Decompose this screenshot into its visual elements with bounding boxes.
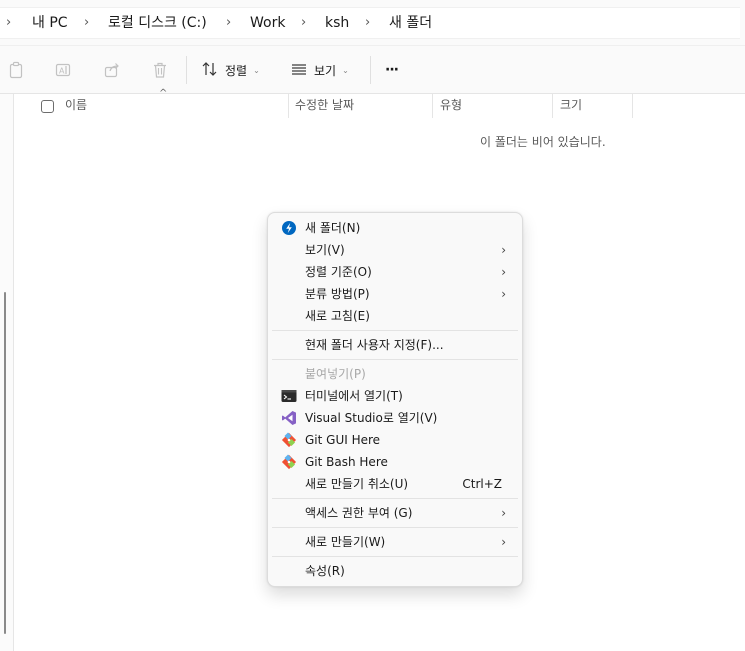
git-gui-icon <box>281 432 297 448</box>
menu-item-label: Git Bash Here <box>305 455 388 469</box>
breadcrumb[interactable]: › 내 PC › 로컬 디스크 (C:) › Work › ksh › 새 폴더 <box>0 7 740 39</box>
delete-icon[interactable] <box>148 58 172 82</box>
menu-item-undo-new[interactable]: 새로 만들기 취소(U) Ctrl+Z <box>272 473 518 495</box>
sort-label: 정렬 <box>225 63 248 78</box>
menu-item-label: 새 폴더(N) <box>305 221 361 235</box>
column-header-name[interactable]: 이름 <box>65 94 87 118</box>
chevron-down-icon: ⌄ <box>342 65 349 75</box>
menu-item-git-gui[interactable]: Git GUI Here <box>272 429 518 451</box>
column-divider[interactable] <box>432 94 433 118</box>
menu-item-git-bash[interactable]: Git Bash Here <box>272 451 518 473</box>
sort-icon <box>201 60 219 81</box>
chevron-right-icon: › <box>501 243 506 257</box>
menu-item-label: 보기(V) <box>305 243 345 257</box>
command-bar: A 정렬 ⌄ 보기 ⌄ ··· <box>0 46 745 94</box>
view-label: 보기 <box>314 63 337 78</box>
menu-item-new[interactable]: 새로 만들기(W) › <box>272 531 518 553</box>
menu-separator <box>272 330 518 331</box>
menu-item-label: Visual Studio로 열기(V) <box>305 411 438 425</box>
breadcrumb-chevron-icon[interactable]: › <box>6 8 11 40</box>
breadcrumb-item-local-disk[interactable]: 로컬 디스크 (C:) <box>108 8 207 40</box>
rename-icon[interactable]: A <box>51 58 75 82</box>
menu-item-label: 새로 고침(E) <box>305 309 370 323</box>
menu-item-properties[interactable]: 속성(R) <box>272 560 518 582</box>
paste-icon[interactable] <box>4 58 28 82</box>
menu-item-label: 터미널에서 열기(T) <box>305 389 403 403</box>
menu-item-view[interactable]: 보기(V) › <box>272 239 518 261</box>
chevron-right-icon: › <box>501 535 506 549</box>
menu-item-shortcut: Ctrl+Z <box>462 477 502 491</box>
menu-item-label: 새로 만들기 취소(U) <box>305 477 409 491</box>
menu-separator <box>272 556 518 557</box>
column-header-size[interactable]: 크기 <box>560 94 582 118</box>
new-folder-icon <box>281 220 297 236</box>
git-bash-icon <box>281 454 297 470</box>
menu-item-sort-by[interactable]: 정렬 기준(O) › <box>272 261 518 283</box>
chevron-right-icon: › <box>501 287 506 301</box>
breadcrumb-chevron-icon[interactable]: › <box>226 8 231 40</box>
column-header-type[interactable]: 유형 <box>440 94 462 118</box>
menu-item-open-visual-studio[interactable]: Visual Studio로 열기(V) <box>272 407 518 429</box>
menu-item-label: 정렬 기준(O) <box>305 265 372 279</box>
breadcrumb-item-new-folder[interactable]: 새 폴더 <box>389 8 432 40</box>
chevron-right-icon: › <box>501 506 506 520</box>
breadcrumb-item-ksh[interactable]: ksh <box>325 8 349 40</box>
terminal-icon <box>281 388 297 404</box>
breadcrumb-item-work[interactable]: Work <box>250 8 285 40</box>
scrollbar[interactable] <box>4 292 6 634</box>
breadcrumb-chevron-icon[interactable]: › <box>365 8 370 40</box>
column-divider[interactable] <box>288 94 289 118</box>
more-options-button[interactable]: ··· <box>385 56 399 84</box>
menu-item-give-access[interactable]: 액세스 권한 부여 (G) › <box>272 502 518 524</box>
address-bar: › 내 PC › 로컬 디스크 (C:) › Work › ksh › 새 폴더 <box>0 0 745 46</box>
share-icon[interactable] <box>100 58 124 82</box>
column-divider[interactable] <box>632 94 633 118</box>
menu-item-open-terminal[interactable]: 터미널에서 열기(T) <box>272 385 518 407</box>
menu-item-refresh[interactable]: 새로 고침(E) <box>272 305 518 327</box>
visual-studio-icon <box>281 410 297 426</box>
menu-item-customize-folder[interactable]: 현재 폴더 사용자 지정(F)... <box>272 334 518 356</box>
menu-item-group-by[interactable]: 분류 방법(P) › <box>272 283 518 305</box>
menu-separator <box>272 527 518 528</box>
menu-item-label: 속성(R) <box>305 564 345 578</box>
navigation-pane-edge <box>0 94 14 651</box>
menu-separator <box>272 498 518 499</box>
toolbar-divider <box>370 56 371 84</box>
menu-item-label: 분류 방법(P) <box>305 287 370 301</box>
empty-folder-message: 이 폴더는 비어 있습니다. <box>480 135 606 149</box>
toolbar-divider <box>186 56 187 84</box>
menu-item-label: 현재 폴더 사용자 지정(F)... <box>305 338 444 352</box>
menu-item-label: Git GUI Here <box>305 433 381 447</box>
chevron-right-icon: › <box>501 265 506 279</box>
column-header-modified[interactable]: 수정한 날짜 <box>295 94 354 118</box>
menu-item-label: 액세스 권한 부여 (G) <box>305 506 413 520</box>
menu-item-label: 붙여넣기(P) <box>305 367 366 381</box>
view-list-icon <box>290 60 308 81</box>
menu-separator <box>272 359 518 360</box>
menu-item-new-folder[interactable]: 새 폴더(N) <box>272 217 518 239</box>
context-menu: 새 폴더(N) 보기(V) › 정렬 기준(O) › 분류 방법(P) › 새로… <box>267 212 523 587</box>
chevron-down-icon: ⌄ <box>253 65 260 75</box>
sort-ascending-icon: ^ <box>159 88 168 99</box>
menu-item-label: 새로 만들기(W) <box>305 535 386 549</box>
breadcrumb-item-this-pc[interactable]: 내 PC <box>32 8 68 40</box>
breadcrumb-chevron-icon[interactable]: › <box>301 8 306 40</box>
column-divider[interactable] <box>552 94 553 118</box>
view-button[interactable]: 보기 ⌄ <box>290 56 349 84</box>
svg-text:A: A <box>59 67 65 76</box>
sort-button[interactable]: 정렬 ⌄ <box>201 56 260 84</box>
breadcrumb-chevron-icon[interactable]: › <box>84 8 89 40</box>
select-all-checkbox[interactable] <box>41 100 54 113</box>
menu-item-paste: 붙여넣기(P) <box>272 363 518 385</box>
